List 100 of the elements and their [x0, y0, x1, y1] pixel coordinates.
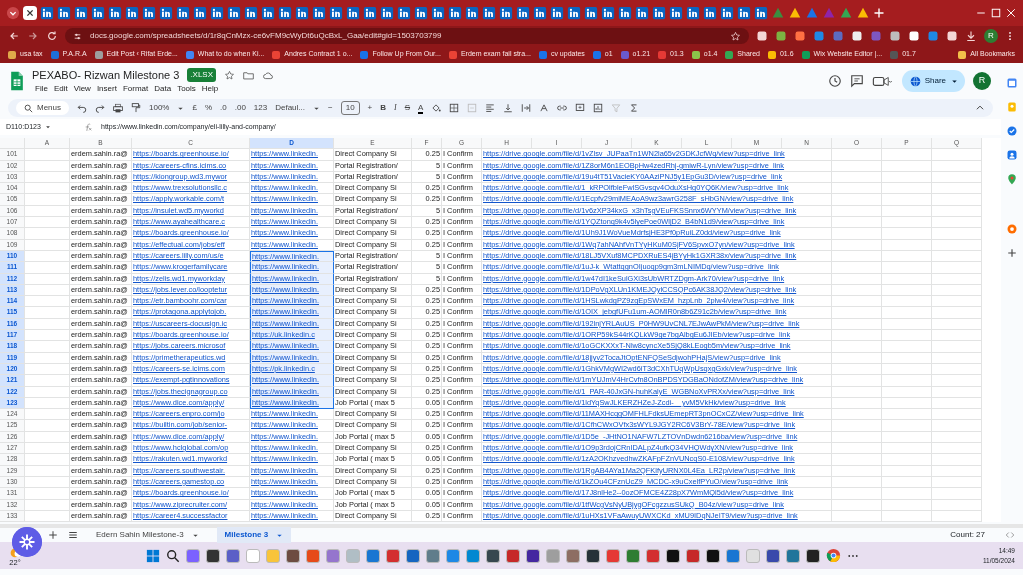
table-cell[interactable] — [832, 307, 882, 319]
table-cell[interactable] — [882, 397, 932, 410]
table-cell[interactable] — [832, 330, 882, 342]
link-icon[interactable] — [557, 103, 568, 113]
undo-icon[interactable] — [77, 103, 87, 113]
table-cell[interactable] — [882, 273, 932, 285]
table-cell[interactable] — [932, 341, 982, 353]
download-icon[interactable] — [965, 30, 977, 42]
new-tab-icon[interactable] — [873, 7, 885, 19]
maximize-icon[interactable] — [990, 7, 1002, 19]
table-cell[interactable] — [25, 160, 70, 172]
menu-item[interactable]: Format — [119, 83, 152, 96]
table-cell[interactable] — [25, 454, 70, 466]
fill-color-icon[interactable] — [431, 103, 442, 113]
tab-favicon-icon[interactable] — [448, 6, 462, 20]
table-cell[interactable] — [932, 284, 982, 297]
taskbar-app-icon[interactable] — [525, 548, 540, 563]
table-cell[interactable] — [832, 171, 882, 184]
tab-favicon-icon[interactable] — [431, 6, 445, 20]
table-cell[interactable] — [25, 341, 70, 353]
tasks-icon[interactable] — [1006, 125, 1018, 137]
bookmark-star-icon[interactable] — [730, 30, 741, 42]
menu-search-field[interactable]: Menus — [16, 101, 69, 115]
tab-favicon-icon[interactable] — [57, 6, 71, 20]
share-button[interactable]: Share — [901, 70, 965, 92]
table-cell[interactable] — [25, 330, 70, 342]
taskbar-app-icon[interactable] — [765, 548, 780, 563]
table-cell[interactable] — [932, 499, 982, 511]
table-cell[interactable] — [932, 296, 982, 308]
increase-font-size-button[interactable]: + — [367, 102, 373, 114]
table-cell[interactable] — [832, 431, 882, 443]
menu-item[interactable]: View — [70, 83, 94, 96]
site-info-icon[interactable] — [73, 31, 82, 41]
document-title[interactable]: PEXABO- Rizwan Milestone 3 — [32, 66, 180, 84]
table-cell[interactable] — [932, 171, 982, 184]
start-icon[interactable] — [145, 548, 160, 563]
table-cell[interactable] — [25, 397, 70, 410]
table-cell[interactable] — [832, 409, 882, 421]
table-cell[interactable] — [25, 375, 70, 387]
table-cell[interactable] — [832, 183, 882, 195]
tab-favicon-icon[interactable] — [74, 6, 88, 20]
extension-icon[interactable] — [775, 30, 787, 42]
table-cell[interactable] — [882, 228, 932, 240]
table-cell[interactable] — [832, 318, 882, 331]
table-cell[interactable] — [882, 352, 932, 364]
print-icon[interactable] — [113, 103, 123, 113]
bold-button[interactable]: B — [380, 102, 387, 114]
table-cell[interactable] — [932, 160, 982, 172]
paint-format-icon[interactable] — [131, 103, 141, 113]
table-cell[interactable] — [932, 318, 982, 331]
folder-icon[interactable] — [243, 69, 255, 81]
video-call-icon[interactable] — [871, 74, 894, 88]
table-cell[interactable] — [932, 183, 982, 195]
table-cell[interactable] — [25, 443, 70, 455]
taskbar-app-icon[interactable] — [705, 548, 720, 563]
search-icon[interactable] — [165, 548, 180, 563]
table-cell[interactable] — [832, 476, 882, 489]
table-cell[interactable] — [25, 476, 70, 489]
table-cell[interactable] — [932, 262, 982, 274]
comment-add-icon[interactable] — [575, 103, 586, 113]
tab-favicon-icon[interactable] — [737, 6, 751, 20]
table-cell[interactable] — [25, 420, 70, 432]
tab-favicon-icon[interactable] — [40, 6, 54, 20]
table-cell[interactable] — [25, 465, 70, 477]
table-cell[interactable] — [932, 386, 982, 398]
table-cell[interactable] — [932, 420, 982, 432]
tab-favicon-icon[interactable] — [142, 6, 156, 20]
table-cell[interactable] — [25, 239, 70, 251]
taskbar-app-icon[interactable] — [205, 548, 220, 563]
table-cell[interactable] — [882, 375, 932, 387]
tab-favicon-icon[interactable] — [414, 6, 428, 20]
table-cell[interactable] — [832, 375, 882, 387]
tab-favicon-icon[interactable] — [176, 6, 190, 20]
table-cell[interactable] — [25, 409, 70, 421]
tab-favicon-icon[interactable] — [669, 6, 683, 20]
table-cell[interactable] — [832, 194, 882, 206]
table-cell[interactable] — [882, 488, 932, 500]
table-cell[interactable] — [25, 228, 70, 240]
table-cell[interactable] — [882, 262, 932, 274]
tab-favicon-icon[interactable] — [125, 6, 139, 20]
table-cell[interactable] — [832, 239, 882, 251]
table-cell[interactable] — [832, 397, 882, 410]
table-cell[interactable] — [832, 160, 882, 172]
add-sheet-icon[interactable] — [48, 530, 58, 541]
table-cell[interactable] — [832, 420, 882, 432]
table-cell[interactable] — [882, 250, 932, 263]
menu-item[interactable]: Help — [198, 83, 222, 96]
forward-icon[interactable] — [27, 30, 39, 42]
extension-icon[interactable] — [756, 30, 768, 42]
menu-item[interactable]: Data — [151, 83, 175, 96]
tab-favicon-icon[interactable] — [754, 6, 768, 20]
vertical-align-icon[interactable] — [503, 103, 514, 113]
table-cell[interactable] — [882, 409, 932, 421]
table-cell[interactable] — [932, 476, 982, 489]
browser-icon[interactable] — [825, 548, 841, 564]
tab-favicon-icon[interactable] — [618, 6, 632, 20]
font-size-field[interactable]: 10 — [340, 101, 360, 115]
table-cell[interactable] — [882, 149, 932, 161]
table-cell[interactable] — [882, 454, 932, 466]
add-icon[interactable] — [1006, 247, 1018, 259]
